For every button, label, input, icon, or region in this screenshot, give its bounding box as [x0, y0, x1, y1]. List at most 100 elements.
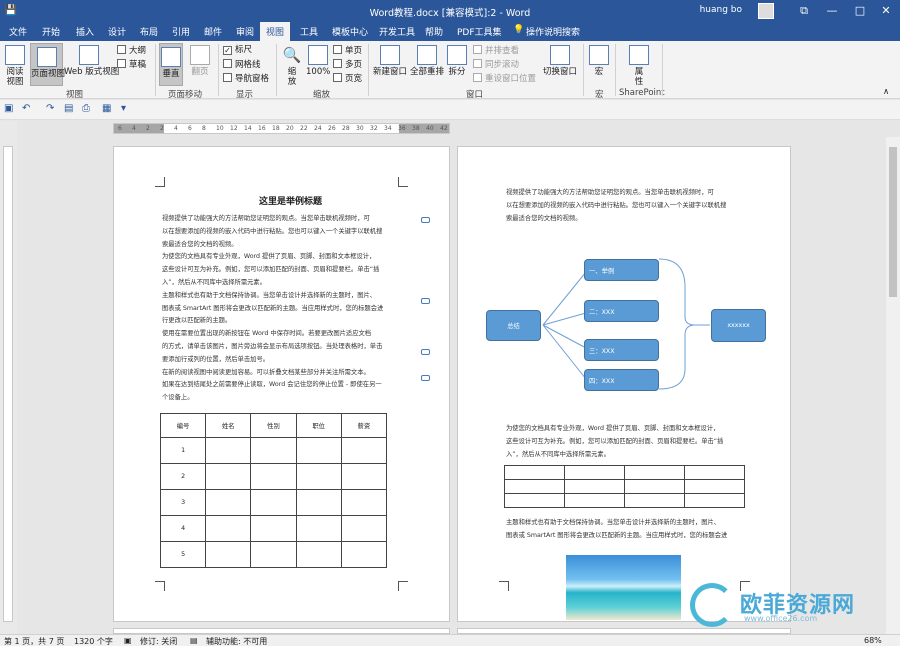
employee-table[interactable]: 编号 姓名 性别 职位 薪资 1 2 3 4 5 [159, 413, 388, 568]
horizontal-ruler[interactable]: 6 4 2 2 4 6 8 10 12 14 16 18 20 22 24 26 28 30 32 34 36 38 40 4… [113, 123, 450, 134]
tab-view[interactable]: 视图 [260, 22, 291, 41]
text-line[interactable]: 如果在达到结尾处之前需要停止读取，Word 会记住您的停止位置 - 即使在另一 [162, 379, 382, 392]
table-header-cell[interactable]: 性别 [250, 413, 297, 438]
text-line[interactable]: 图表或 SmartArt 图形将会更改以匹配新的主题。当应用样式时，您的标题会进 [506, 530, 727, 543]
arrange-all-button[interactable]: 全部重排 [409, 45, 445, 77]
save-icon[interactable]: ▣ [4, 103, 13, 114]
table-header-cell[interactable]: 职位 [295, 413, 342, 438]
table-cell[interactable] [250, 463, 297, 490]
reset-window-button[interactable]: 重设窗口位置 [473, 73, 536, 85]
tab-review[interactable]: 审阅 [236, 25, 254, 38]
comment-icon[interactable] [421, 298, 430, 304]
tab-templates[interactable]: 模板中心 [332, 25, 368, 38]
table-cell[interactable]: 3 [159, 489, 207, 516]
word-count[interactable]: 1320 个字 [74, 636, 113, 646]
accessibility-status[interactable]: 辅助功能: 不可用 [206, 636, 267, 646]
table-cell[interactable] [340, 489, 388, 516]
print-layout-button[interactable]: 页面视图 [30, 43, 65, 86]
table-row[interactable]: 5 [159, 541, 388, 568]
new-window-button[interactable]: 新建窗口 [372, 45, 408, 77]
open-icon[interactable]: ▦ [102, 103, 111, 114]
print-preview-icon[interactable]: ⎙ [82, 103, 90, 114]
table-header-cell[interactable]: 薪资 [340, 413, 388, 438]
document-title[interactable]: 这里是举例标题 [259, 194, 322, 207]
table-row[interactable]: 2 [159, 463, 388, 490]
text-line[interactable]: 行更改以匹配新的主题。 [162, 315, 231, 328]
table-cell[interactable] [340, 541, 388, 568]
view-side-by-side-button[interactable]: 并排查看 [473, 45, 519, 57]
table-cell[interactable] [205, 437, 252, 464]
text-line[interactable]: 为使您的文档具有专业外观，Word 提供了页眉、页脚、封面和文本框设计， [162, 251, 375, 264]
text-line[interactable]: 入”，然后从不同库中选择所需元素。 [162, 277, 266, 290]
table-cell[interactable] [250, 437, 297, 464]
properties-button[interactable]: 属 性 [628, 45, 650, 87]
tab-file[interactable]: 文件 [9, 25, 27, 38]
text-line[interactable]: 使用在需要位置出现的新按钮在 Word 中保存时间。若要更改图片适应文档 [162, 328, 371, 341]
proofing-icon[interactable]: ▣ [124, 636, 132, 645]
document-page-1[interactable]: 这里是举例标题 视频提供了功能强大的方法帮助您证明您的观点。当您单击联机视频时，… [113, 146, 450, 622]
diagram-node-4[interactable]: 四：XXX [584, 369, 659, 391]
new-doc-icon[interactable]: ▤ [64, 103, 73, 114]
avatar[interactable] [758, 3, 774, 19]
tab-design[interactable]: 设计 [108, 25, 126, 38]
table-header-cell[interactable]: 姓名 [205, 413, 252, 438]
split-button[interactable]: 拆分 [447, 45, 467, 77]
table-cell[interactable] [340, 463, 388, 490]
ruler-checkbox[interactable]: ✓ 标尺 [223, 45, 252, 56]
table-cell[interactable] [295, 489, 342, 516]
scrollbar-thumb[interactable] [889, 147, 897, 297]
text-line[interactable]: 主题和样式也有助于文档保持协调。当您单击设计并选择新的主题时，图片、 [506, 517, 720, 530]
table-cell[interactable] [295, 463, 342, 490]
tab-references[interactable]: 引用 [172, 25, 190, 38]
redo-icon[interactable]: ↷ [46, 103, 54, 114]
text-line[interactable]: 图表或 SmartArt 图形将会更改以匹配新的主题。当应用样式时，您的标题会进 [162, 303, 383, 316]
comment-icon[interactable] [421, 217, 430, 223]
diagram-node-2[interactable]: 二：XXX [584, 300, 659, 322]
tab-home[interactable]: 开始 [42, 25, 60, 38]
text-line[interactable]: 视频提供了功能强大的方法帮助您证明您的观点。当您单击联机视频时，可 [162, 213, 370, 226]
table-cell[interactable]: 2 [159, 463, 207, 490]
table-cell[interactable] [250, 541, 297, 568]
switch-windows-button[interactable]: 切换窗口 [542, 45, 578, 77]
undo-icon[interactable]: ↶ [22, 103, 30, 114]
tab-pdf[interactable]: PDF工具集 [457, 25, 502, 38]
vertical-ruler[interactable] [3, 146, 13, 622]
diagram-node-1[interactable]: 一、举例 [584, 259, 659, 281]
table-cell[interactable] [250, 515, 297, 542]
user-name[interactable]: huang bo [700, 5, 742, 15]
zoom-100-button[interactable]: 100% [306, 45, 330, 77]
table-cell[interactable]: 4 [159, 515, 207, 542]
sync-scroll-button[interactable]: 同步滚动 [473, 59, 519, 71]
text-line[interactable]: 的方式，请单击该图片，图片旁边将会显示布局选项按钮。当处理表格时，单击 [162, 341, 382, 354]
table-cell[interactable] [205, 541, 252, 568]
table-row[interactable]: 1 [159, 437, 388, 464]
comment-icon[interactable] [421, 375, 430, 381]
collapse-ribbon-button[interactable]: ∧ [883, 87, 889, 98]
nav-pane-checkbox[interactable]: 导航窗格 [223, 73, 269, 85]
table-row[interactable]: 4 [159, 515, 388, 542]
table-cell[interactable] [295, 541, 342, 568]
ribbon-options-button[interactable]: ⧉ [790, 0, 818, 22]
text-line[interactable]: 这些设计可互为补充。例如，您可以添加匹配的封面、页眉和提要栏。单击“插 [162, 264, 379, 277]
gridlines-checkbox[interactable]: 网格线 [223, 59, 261, 71]
customize-qat-icon[interactable]: ▾ [121, 103, 126, 114]
zoom-button[interactable]: 🔍 缩 放 [280, 45, 304, 87]
track-changes-status[interactable]: 修订: 关闭 [140, 636, 177, 646]
text-line[interactable]: 个设备上。 [162, 392, 193, 405]
text-line[interactable]: 主题和样式也有助于文档保持协调。当您单击设计并选择新的主题时，图片、 [162, 290, 376, 303]
table-cell[interactable] [205, 463, 252, 490]
page-width-button[interactable]: 页宽 [333, 73, 362, 85]
text-line[interactable]: 为使您的文档具有专业外观，Word 提供了页眉、页脚、封面和文本框设计， [506, 423, 719, 436]
vertical-button[interactable]: 垂直 [159, 43, 183, 86]
macro-record-icon[interactable]: ▤ [190, 636, 198, 645]
side-to-side-button[interactable]: 翻页 [188, 45, 212, 77]
table-cell[interactable]: 1 [159, 437, 207, 464]
comment-icon[interactable] [421, 349, 430, 355]
table-cell[interactable] [295, 515, 342, 542]
text-line[interactable]: 入”，然后从不同库中选择所需元素。 [506, 449, 610, 462]
tab-mailings[interactable]: 邮件 [204, 25, 222, 38]
table-cell[interactable]: 5 [159, 541, 207, 568]
zoom-level[interactable]: 68% [864, 636, 882, 645]
text-line[interactable]: 这些设计可互为补充。例如，您可以添加匹配的封面、页眉和提要栏。单击“插 [506, 436, 723, 449]
table-cell[interactable] [295, 437, 342, 464]
